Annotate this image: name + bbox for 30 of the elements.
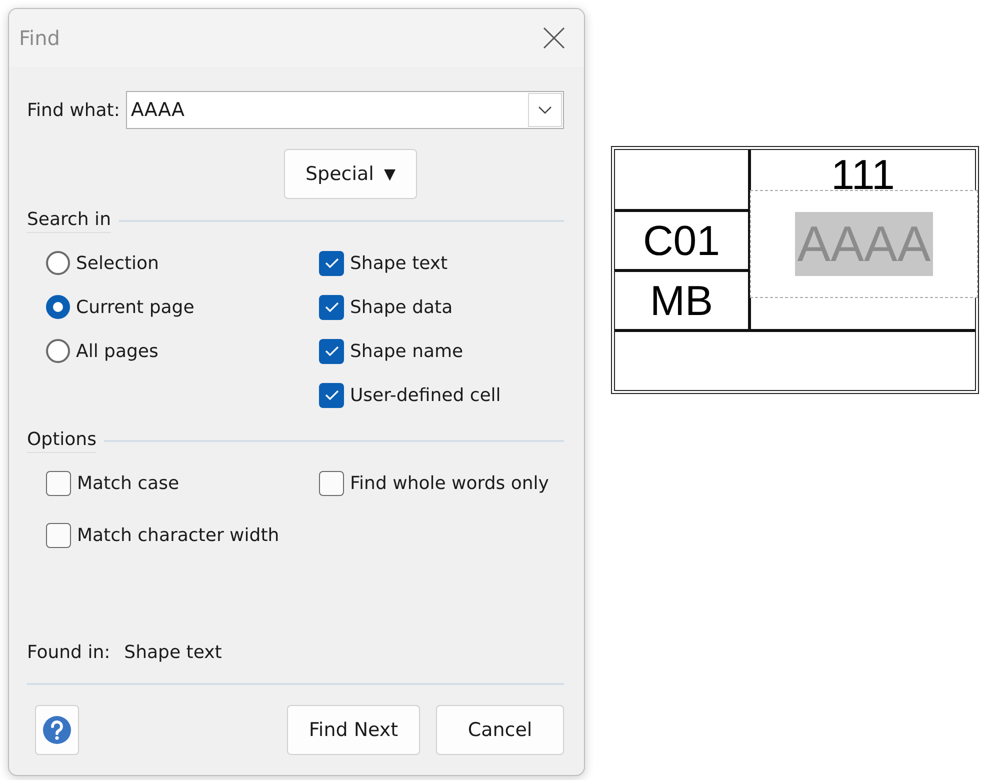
section-title: Search in [27,209,111,233]
found-in-label: Found in: [27,642,110,663]
chevron-down-icon [538,106,552,114]
checkbox-option[interactable]: Shape name [319,335,564,367]
found-in-value: Shape text [124,642,222,663]
find-what-label: Find what: [27,100,120,120]
checkbox-option[interactable]: Find whole words only [319,467,564,499]
checkbox-option[interactable]: Shape data [319,291,564,323]
checkbox-option[interactable]: Match character width [46,519,319,551]
radio-option[interactable]: Selection [46,247,319,279]
help-button[interactable] [35,705,79,755]
help-icon [43,716,71,744]
radio-option[interactable]: All pages [46,335,319,367]
cancel-button[interactable]: Cancel [436,705,564,755]
field-value: AAAA [130,99,186,121]
checkbox-option[interactable]: Match case [46,467,319,499]
radio-option[interactable]: Current page [46,291,319,323]
window-title: Find [19,26,60,50]
checkbox-option[interactable]: Shape text [319,247,564,279]
check-icon [324,346,338,356]
section-title: Options [27,429,96,453]
find-what-field[interactable]: AAAA [126,91,564,129]
special-button[interactable]: Special ▼ [284,149,416,199]
checkbox-option[interactable]: User-defined cell [319,379,564,411]
check-icon [324,390,338,400]
find-next-button[interactable]: Find Next [287,705,420,755]
check-icon [324,302,338,312]
check-icon [324,258,338,268]
selected-text: AAAA [795,212,933,276]
close-icon [543,27,565,49]
